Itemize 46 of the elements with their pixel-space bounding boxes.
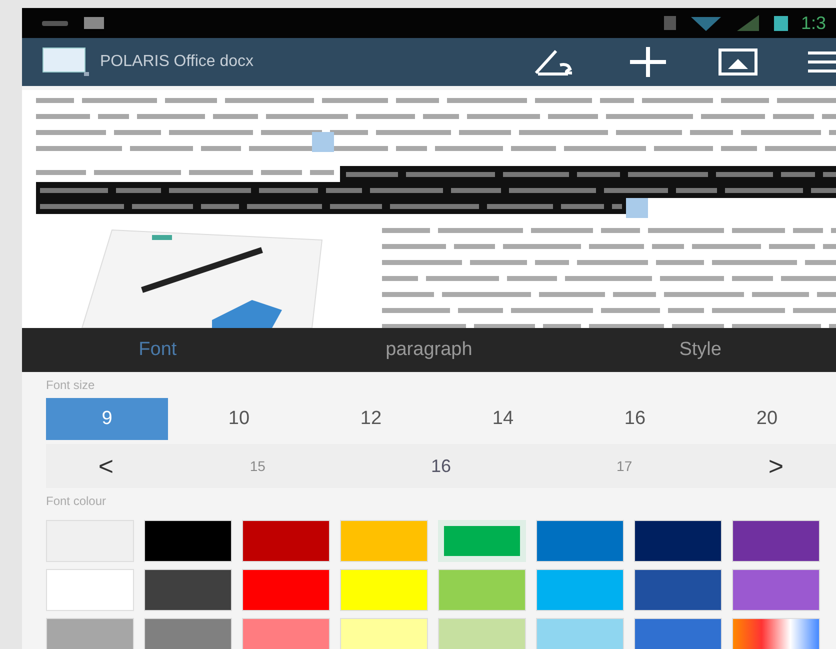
format-tab[interactable]: paragraph [293, 328, 565, 372]
section-label: Font size [45, 377, 96, 394]
font-size-option[interactable]: 16 [574, 398, 696, 440]
clock: 1:3 [800, 12, 826, 34]
battery-icon [772, 14, 789, 32]
colour-swatch[interactable] [340, 569, 428, 611]
font-size-option[interactable]: 10 [178, 398, 300, 440]
image-icon [84, 16, 106, 30]
colour-swatch[interactable] [438, 569, 526, 611]
colour-swatch[interactable] [340, 618, 428, 649]
colour-swatch[interactable] [438, 618, 526, 649]
colour-swatch[interactable] [340, 520, 428, 562]
colour-picker[interactable] [732, 618, 820, 649]
colour-swatch[interactable] [144, 520, 232, 562]
image-icon[interactable] [718, 47, 758, 77]
colour-swatch[interactable] [242, 520, 330, 562]
colour-swatch[interactable] [732, 569, 820, 611]
colour-swatch[interactable] [536, 618, 624, 649]
section-label: Font colour [45, 493, 108, 510]
font-size-option[interactable]: 20 [706, 398, 828, 440]
signal-icon [734, 14, 761, 32]
document-title: POLARIS Office docx [100, 53, 255, 71]
colour-swatch[interactable] [46, 618, 134, 649]
colour-swatch[interactable] [438, 520, 526, 562]
add-icon[interactable] [628, 47, 668, 77]
colour-swatch[interactable] [536, 569, 624, 611]
document-icon [42, 46, 90, 78]
colour-swatch[interactable] [536, 520, 624, 562]
font-size-option[interactable]: 9 [46, 398, 168, 440]
font-size-option[interactable]: 12 [310, 398, 432, 440]
colour-swatch[interactable] [144, 618, 232, 649]
colour-swatch[interactable] [634, 569, 722, 611]
colour-swatch[interactable] [634, 520, 722, 562]
colour-swatch[interactable] [242, 569, 330, 611]
colour-swatch[interactable] [144, 569, 232, 611]
menu-icon[interactable] [808, 49, 836, 75]
font-size-option[interactable]: 16 [349, 454, 533, 478]
previous-button[interactable]: < [46, 450, 166, 482]
colour-swatch[interactable] [46, 569, 134, 611]
colour-swatch[interactable] [634, 618, 722, 649]
wifi-icon [688, 14, 723, 32]
format-tab[interactable]: Style [564, 328, 836, 372]
colour-swatch[interactable] [732, 520, 820, 562]
font-size-option[interactable]: 14 [442, 398, 564, 440]
colour-swatch[interactable] [242, 618, 330, 649]
next-button[interactable]: > [716, 450, 836, 482]
